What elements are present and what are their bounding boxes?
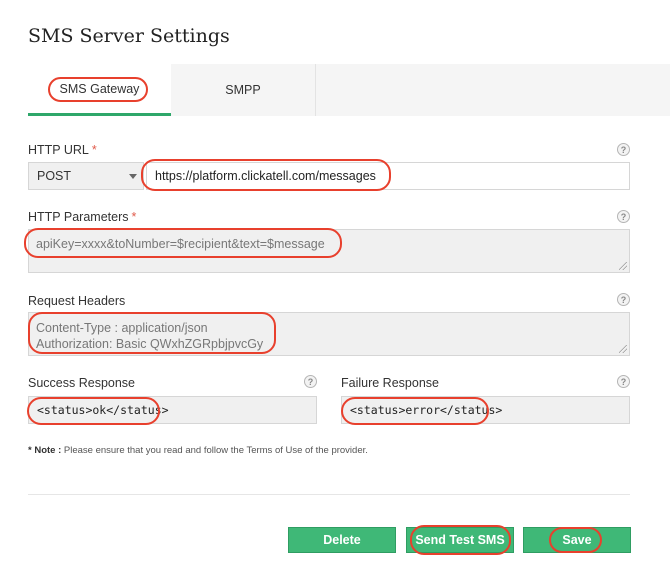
required-marker: * [91, 143, 97, 157]
request-headers-label: Request Headers [28, 294, 126, 308]
request-headers-textarea[interactable]: Content-Type : application/json Authoriz… [28, 312, 630, 356]
http-method-select[interactable]: POST [28, 162, 144, 190]
http-parameters-label-text: HTTP Parameters [28, 210, 129, 224]
help-icon[interactable]: ? [617, 210, 630, 223]
tab-bar: SMS Gateway SMPP [28, 64, 670, 116]
http-parameters-label: HTTP Parameters * [28, 210, 136, 224]
save-button[interactable]: Save [523, 527, 631, 553]
send-test-sms-button[interactable]: Send Test SMS [406, 527, 514, 553]
success-response-label: Success Response [28, 376, 136, 390]
required-marker: * [131, 210, 137, 224]
http-method-value: POST [37, 169, 72, 183]
http-url-label-text: HTTP URL [28, 143, 89, 157]
help-icon[interactable]: ? [617, 375, 630, 388]
divider [28, 494, 630, 495]
note-prefix: * Note : [28, 445, 62, 456]
http-url-label: HTTP URL * [28, 143, 97, 157]
failure-response-label: Failure Response [341, 376, 439, 390]
help-icon[interactable]: ? [304, 375, 317, 388]
note-text: Please ensure that you read and follow t… [63, 445, 368, 456]
page-title: SMS Server Settings [28, 25, 230, 47]
help-icon[interactable]: ? [617, 293, 630, 306]
resize-grip-icon[interactable] [619, 262, 627, 270]
http-url-input[interactable]: https://platform.clickatell.com/messages [146, 162, 630, 190]
http-parameters-textarea[interactable]: apiKey=xxxx&toNumber=$recipient&text=$me… [28, 229, 630, 273]
resize-grip-icon[interactable] [619, 345, 627, 353]
request-header-line: Content-Type : application/json [36, 321, 208, 335]
tab-sms-gateway[interactable]: SMS Gateway [28, 64, 171, 116]
terms-note: * Note : Please ensure that you read and… [28, 445, 368, 456]
tab-smpp[interactable]: SMPP [171, 64, 316, 116]
failure-response-input[interactable]: <status>error</status> [341, 396, 630, 424]
delete-button[interactable]: Delete [288, 527, 396, 553]
http-parameters-value: apiKey=xxxx&toNumber=$recipient&text=$me… [36, 237, 325, 251]
chevron-down-icon [129, 174, 137, 179]
request-header-line: Authorization: Basic QWxhZGRpbjpvcGy [36, 337, 264, 351]
help-icon[interactable]: ? [617, 143, 630, 156]
success-response-input[interactable]: <status>ok</status> [28, 396, 317, 424]
